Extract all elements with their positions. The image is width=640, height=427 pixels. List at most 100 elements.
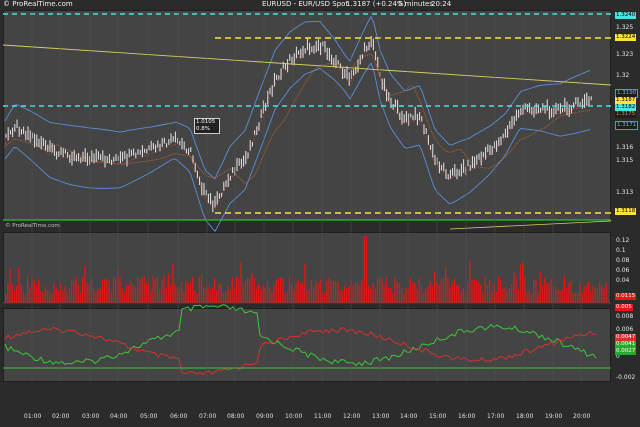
volume-bar xyxy=(467,281,469,302)
volume-bar xyxy=(93,289,95,302)
volume-bar xyxy=(220,283,222,302)
volume-bar xyxy=(7,284,9,302)
volume-bar xyxy=(335,281,337,302)
volume-bar xyxy=(460,293,462,302)
time-label: 16:00 xyxy=(458,413,476,420)
volume-bar xyxy=(170,285,172,302)
volume-bar xyxy=(128,284,130,302)
volume-bar xyxy=(269,287,271,302)
volume-bar xyxy=(539,271,541,302)
measure-annotation[interactable]: 1.0105 0.8% xyxy=(194,118,220,134)
volume-bar xyxy=(423,292,425,302)
price-tick: 1.323 xyxy=(616,51,634,58)
time-label: 07:00 xyxy=(199,413,217,420)
volume-bar xyxy=(456,285,458,302)
volume-bar xyxy=(16,286,18,302)
volume-bar xyxy=(449,287,451,302)
volume-bar xyxy=(425,288,427,302)
volume-bar xyxy=(277,277,280,302)
volume-bar xyxy=(568,283,570,302)
volume-bar xyxy=(66,292,68,302)
time-label: 02:00 xyxy=(52,413,70,420)
volume-bar xyxy=(253,278,255,302)
volume-bar xyxy=(209,289,211,302)
volume-bar xyxy=(462,288,464,302)
price-tick: 1.32 xyxy=(616,72,630,79)
volume-bar xyxy=(559,290,561,302)
volume-bar xyxy=(33,280,35,302)
volume-bar xyxy=(337,281,339,302)
volume-bar xyxy=(445,266,447,302)
volume-bar xyxy=(354,282,357,302)
volume-level-tag: 0.005 xyxy=(615,304,633,311)
time-label: 08:00 xyxy=(227,413,245,420)
osc-green-tag: 0.0027 xyxy=(615,348,637,355)
volume-bar xyxy=(517,289,519,302)
volume-bar xyxy=(46,290,49,302)
volume-bar xyxy=(427,285,429,302)
time-label: 14:00 xyxy=(400,413,418,420)
level-tag: 1.3118 xyxy=(615,208,637,215)
chart-window: © ProRealTime.com EURUSD - EUR/USD Spot … xyxy=(0,0,640,427)
volume-bar xyxy=(420,285,423,302)
volume-bar xyxy=(519,264,522,302)
volume-bar xyxy=(590,291,592,302)
volume-tick: 0.08 xyxy=(616,257,630,264)
volume-bar xyxy=(361,279,363,302)
volume-bar xyxy=(348,286,350,302)
volume-bar xyxy=(79,292,82,302)
volume-bar xyxy=(82,277,84,302)
volume-bar xyxy=(570,280,572,302)
osc-green-hi-tag: 0.0041 xyxy=(615,341,637,348)
volume-bar xyxy=(310,280,313,302)
volume-bar xyxy=(244,281,247,302)
volume-bar xyxy=(548,283,550,302)
volume-bar xyxy=(20,284,22,302)
volume-bar xyxy=(110,292,112,302)
volume-bar xyxy=(101,280,104,302)
volume-bar xyxy=(86,282,88,302)
chart-drawing xyxy=(2,12,612,382)
volume-bar xyxy=(196,293,198,302)
volume-bar xyxy=(605,282,607,302)
volume-bar xyxy=(502,288,504,302)
volume-bar xyxy=(286,291,288,302)
volume-bar xyxy=(588,282,590,302)
volume-bar xyxy=(343,285,346,302)
volume-bar xyxy=(431,286,434,302)
time-label: 10:00 xyxy=(285,413,303,420)
volume-bar xyxy=(40,291,42,302)
volume-bar xyxy=(13,290,16,302)
volume-bar xyxy=(526,292,528,302)
volume-bar xyxy=(478,282,480,302)
volume-bar xyxy=(486,285,489,302)
time-label: 09:00 xyxy=(256,413,274,420)
volume-bar xyxy=(266,280,269,302)
volume-bar xyxy=(440,278,442,302)
volume-tick: 0.06 xyxy=(616,267,630,274)
volume-bar xyxy=(64,286,66,302)
volume-bar xyxy=(71,279,73,302)
volume-bar xyxy=(132,285,134,302)
volume-bar xyxy=(49,290,51,302)
volume-bar xyxy=(308,288,310,302)
volume-bar xyxy=(442,277,445,302)
volume-bar xyxy=(271,292,273,302)
moving-average-tag: 1.3175 xyxy=(615,111,637,118)
bollinger-upper-line xyxy=(4,15,591,180)
price-tick: 1.315 xyxy=(616,157,634,164)
volume-bar xyxy=(115,277,117,302)
volume-bar xyxy=(189,282,192,302)
watermark: © ProRealTime.com xyxy=(5,223,60,229)
volume-bar xyxy=(44,286,46,302)
volume-bar xyxy=(205,288,207,302)
volume-bar xyxy=(51,293,53,302)
annotation-price: 1.0105 xyxy=(196,119,216,125)
volume-bar xyxy=(541,285,544,302)
volume-bar xyxy=(328,277,330,302)
volume-bar xyxy=(585,286,588,302)
volume-bar xyxy=(216,289,218,302)
volume-bar xyxy=(200,274,203,302)
volume-bar xyxy=(150,291,152,302)
volume-bar xyxy=(302,283,304,302)
